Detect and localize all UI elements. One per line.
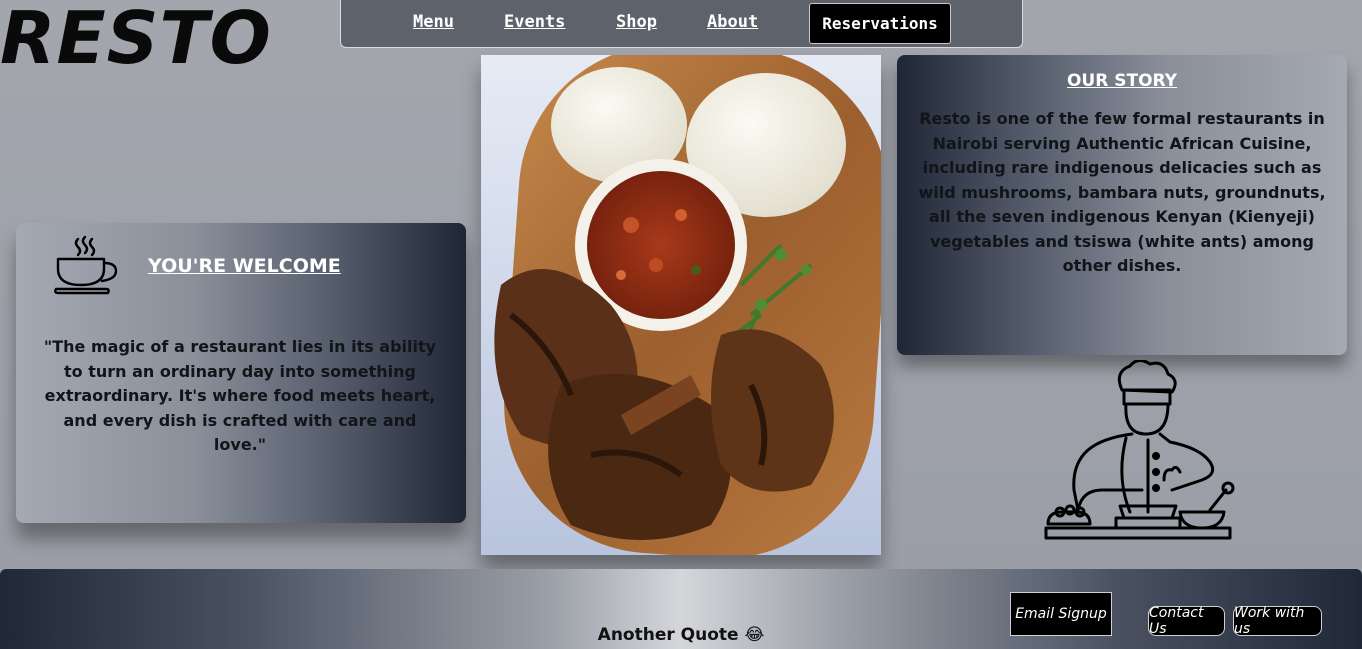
top-navbar: Menu Events Shop About Reservations	[340, 0, 1023, 48]
nav-link-menu[interactable]: Menu	[413, 12, 454, 32]
nav-link-shop[interactable]: Shop	[616, 12, 657, 32]
footer: Another Quote 😂 Email Signup Contact Us …	[0, 569, 1362, 649]
email-signup-button[interactable]: Email Signup	[1010, 592, 1112, 636]
nav-link-about[interactable]: About	[707, 12, 758, 32]
chef-cooking-icon	[1044, 360, 1235, 540]
story-card: OUR STORY Resto is one of the few formal…	[897, 55, 1347, 355]
welcome-quote: "The magic of a restaurant lies in its a…	[43, 337, 437, 454]
contact-us-button[interactable]: Contact Us	[1148, 605, 1225, 637]
story-title: OUR STORY	[1066, 71, 1178, 91]
welcome-title: YOU'RE WELCOME	[148, 255, 341, 277]
welcome-card: YOU'RE WELCOME "The magic of a restauran…	[16, 223, 466, 523]
coffee-cup-icon	[54, 235, 118, 295]
story-text: Resto is one of the few formal restauran…	[918, 109, 1326, 275]
nav-link-events[interactable]: Events	[504, 12, 565, 32]
food-photo	[481, 55, 881, 555]
reservations-button[interactable]: Reservations	[809, 3, 951, 44]
work-with-us-button[interactable]: Work with us	[1233, 605, 1322, 637]
site-logo[interactable]: RESTO	[0, 0, 272, 80]
